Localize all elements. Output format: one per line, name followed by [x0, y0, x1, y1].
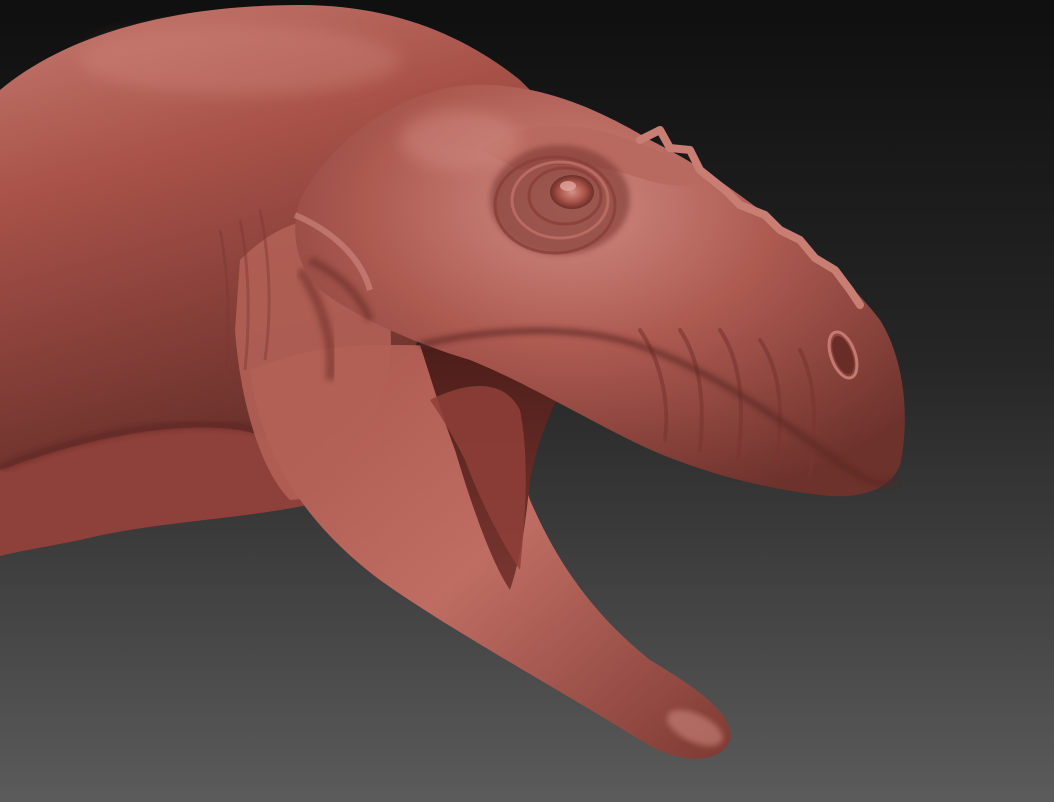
- eye-highlight: [560, 181, 576, 191]
- head-highlight: [400, 110, 520, 170]
- body-highlight: [80, 25, 400, 95]
- eye: [550, 175, 594, 209]
- sculpt-viewport[interactable]: [0, 0, 1054, 802]
- sculpt-canvas: [0, 0, 1054, 802]
